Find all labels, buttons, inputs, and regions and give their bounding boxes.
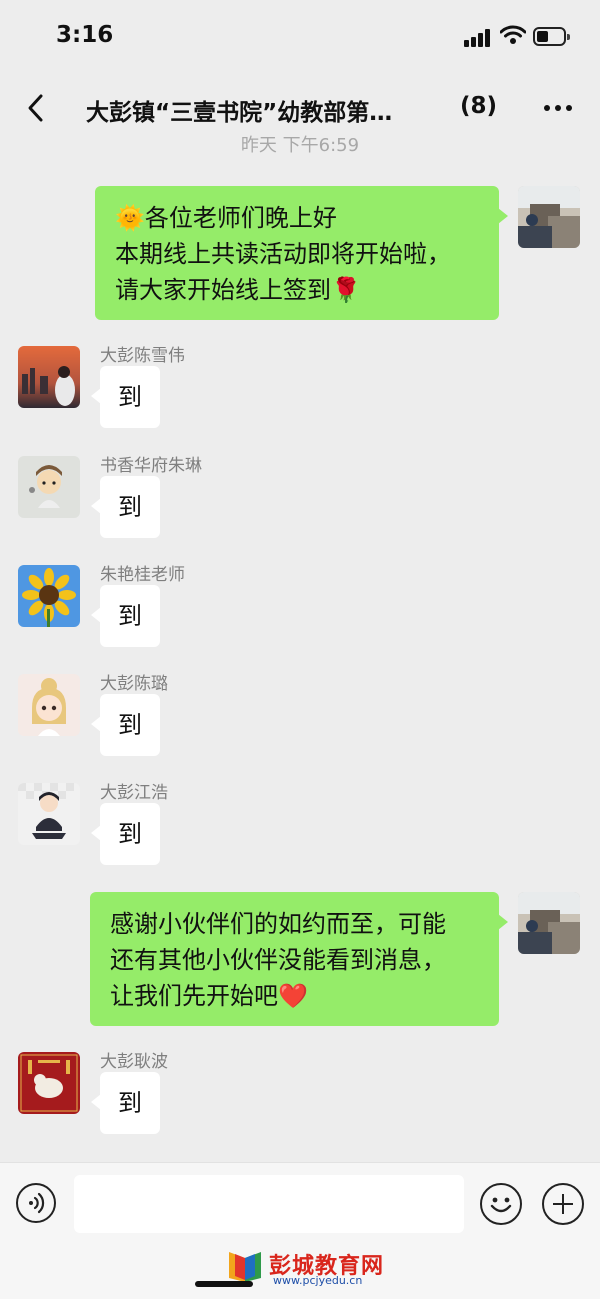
incoming-message[interactable]: 到	[91, 585, 160, 647]
chat-title: 大彭镇“三壹书院”幼教部第…	[86, 100, 393, 126]
sender-name: 大彭耿波	[100, 1052, 168, 1072]
outgoing-message[interactable]: 感谢小伙伴们的如约而至，可能 还有其他小伙伴没能看到消息， 让我们先开始吧❤️	[90, 892, 508, 1026]
sender-name: 大彭江浩	[100, 783, 168, 803]
cellular-signal-icon	[464, 29, 492, 47]
member-count: (8)	[460, 93, 498, 119]
wifi-icon	[500, 25, 526, 44]
incoming-message[interactable]: 到	[91, 366, 160, 428]
more-dots-icon[interactable]	[542, 98, 574, 118]
message-input[interactable]	[74, 1175, 464, 1233]
watermark-url: www.pcjyedu.cn	[273, 1274, 363, 1287]
status-bar: 3:16	[0, 0, 600, 76]
message-line: 本期线上共读活动即将开始啦，	[115, 240, 451, 268]
emoji-icon[interactable]	[480, 1183, 522, 1225]
incoming-message[interactable]: 到	[91, 1072, 160, 1134]
message-line: 还有其他小伙伴没能看到消息，	[110, 946, 446, 974]
battery-icon	[533, 27, 570, 46]
message-line: 感谢小伙伴们的如约而至，可能	[110, 910, 446, 938]
sender-name: 大彭陈璐	[100, 674, 168, 694]
message-line: 请大家开始线上签到🌹	[115, 276, 361, 304]
sender-avatar[interactable]	[18, 674, 80, 736]
my-avatar[interactable]	[518, 892, 580, 954]
sender-avatar[interactable]	[18, 783, 80, 845]
status-time: 3:16	[56, 22, 114, 48]
my-avatar[interactable]	[518, 186, 580, 248]
sender-avatar[interactable]	[18, 565, 80, 627]
back-chevron-icon[interactable]	[22, 92, 52, 124]
message-timestamp: 昨天 下午6:59	[240, 135, 360, 156]
sender-avatar[interactable]	[18, 346, 80, 408]
incoming-message[interactable]: 到	[91, 803, 160, 865]
book-logo-icon	[229, 1252, 261, 1282]
plus-icon[interactable]	[542, 1183, 584, 1225]
sender-name: 朱艳桂老师	[100, 565, 185, 585]
incoming-message[interactable]: 到	[91, 476, 160, 538]
sender-name: 书香华府朱琳	[100, 456, 202, 476]
incoming-message[interactable]: 到	[91, 694, 160, 756]
home-indicator[interactable]	[195, 1281, 253, 1287]
message-line: 🌞各位老师们晚上好	[115, 204, 337, 232]
sender-name: 大彭陈雪伟	[100, 346, 185, 366]
message-line: 让我们先开始吧❤️	[110, 982, 308, 1010]
outgoing-message[interactable]: 🌞各位老师们晚上好 本期线上共读活动即将开始啦， 请大家开始线上签到🌹	[95, 186, 508, 320]
sender-avatar[interactable]	[18, 456, 80, 518]
voice-icon[interactable]	[16, 1183, 56, 1223]
sender-avatar[interactable]	[18, 1052, 80, 1114]
